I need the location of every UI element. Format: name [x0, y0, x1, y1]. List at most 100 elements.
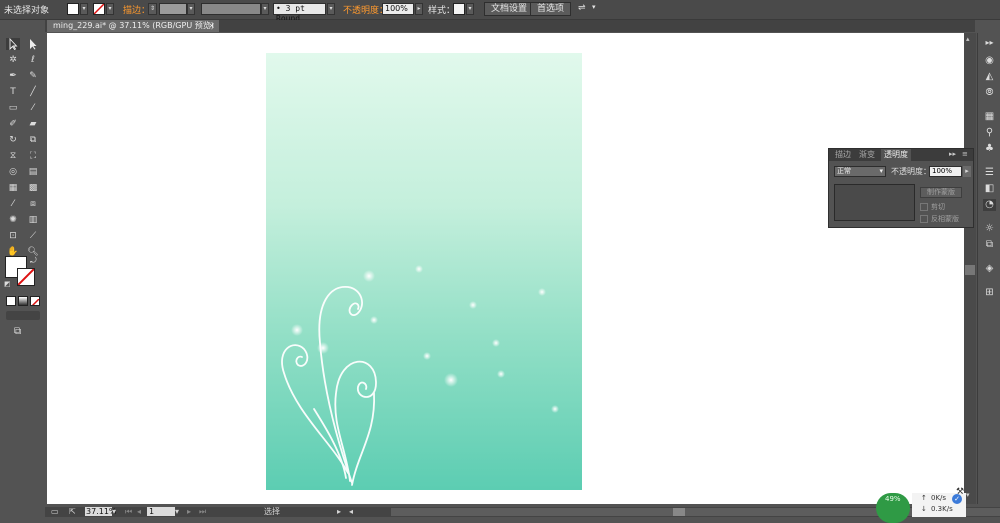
panel-menu-icon[interactable]: ≡: [962, 150, 968, 158]
opacity-slider-icon[interactable]: ▸: [963, 166, 971, 177]
zoom-dropdown-icon[interactable]: ▾: [112, 507, 116, 517]
graphic-styles-panel-icon[interactable]: ◭: [983, 71, 996, 83]
horizontal-scroll-thumb[interactable]: [673, 508, 685, 516]
gradient-mode-icon[interactable]: [18, 296, 28, 306]
invert-mask-checkbox[interactable]: 反相蒙版: [920, 214, 959, 224]
document-tab[interactable]: ming_229.ai* @ 37.11% (RGB/GPU 预览) ×: [47, 20, 219, 32]
gradient-panel-icon[interactable]: ◧: [983, 183, 996, 195]
export-icon[interactable]: ⇱: [69, 507, 76, 517]
selection-tool-icon[interactable]: [6, 38, 20, 50]
stroke-panel-icon[interactable]: ☰: [983, 167, 996, 179]
appearance-panel-icon[interactable]: ◉: [983, 55, 996, 67]
blend-mode-select[interactable]: 正常 ▾: [834, 166, 886, 177]
pencil-tool-icon[interactable]: ✐: [6, 118, 20, 130]
transparency-panel-icon[interactable]: ◔: [983, 199, 996, 211]
last-artboard-icon[interactable]: ⏭: [199, 507, 206, 517]
brushes-panel-icon[interactable]: ⚲: [983, 127, 996, 139]
paintbrush-tool-icon[interactable]: ⁄: [26, 102, 40, 114]
direct-selection-tool-icon[interactable]: [26, 38, 40, 50]
image-trace-panel-icon[interactable]: ⧉: [983, 239, 996, 251]
rectangle-tool-icon[interactable]: ▭: [6, 102, 20, 114]
fill-swatch[interactable]: [67, 3, 79, 15]
scale-tool-icon[interactable]: ⧉: [26, 134, 40, 146]
tab-stroke[interactable]: 描边: [832, 149, 854, 161]
blend-tool-icon[interactable]: ⧈: [26, 198, 40, 210]
artboard-dropdown-icon[interactable]: ▾: [175, 507, 179, 517]
arrange-documents-icon[interactable]: ⇌: [578, 3, 586, 13]
draw-modes-icon[interactable]: [6, 311, 40, 320]
none-mode-icon[interactable]: [30, 296, 40, 306]
document-setup-button[interactable]: 文档设置: [484, 2, 535, 16]
artboard-tool-icon[interactable]: ⊡: [6, 230, 20, 242]
close-tab-icon[interactable]: ×: [208, 20, 215, 32]
arrange-dropdown-icon[interactable]: ▾: [592, 3, 596, 11]
eyedropper-tool-icon[interactable]: ⁄: [6, 198, 20, 210]
artboard-number-field[interactable]: 1: [147, 507, 175, 516]
swap-colors-icon[interactable]: ⤾: [30, 256, 37, 266]
previous-artboard-icon[interactable]: ◂: [137, 507, 141, 517]
profile-dropdown[interactable]: ▾: [261, 3, 269, 15]
first-artboard-icon[interactable]: ⏮: [125, 507, 132, 517]
slice-tool-icon[interactable]: ⟋: [26, 230, 40, 242]
live-paint-tool-icon[interactable]: ▤: [26, 166, 40, 178]
mesh-tool-icon[interactable]: ▦: [6, 182, 20, 194]
rotate-tool-icon[interactable]: ↻: [6, 134, 20, 146]
screen-mode-icon[interactable]: ⧉: [14, 326, 21, 337]
panel-opacity-field[interactable]: 100%: [929, 166, 962, 177]
asset-export-panel-icon[interactable]: ⦾: [983, 87, 996, 99]
default-colors-icon[interactable]: ◩: [4, 280, 11, 288]
collapse-panel-icon[interactable]: ▸▸: [949, 150, 956, 158]
width-tool-icon[interactable]: ⧖: [6, 150, 20, 162]
variable-width-profile[interactable]: [201, 3, 261, 15]
column-graph-tool-icon[interactable]: ▥: [26, 214, 40, 226]
status-menu-icon[interactable]: ▸: [337, 507, 341, 517]
artboards-panel-icon[interactable]: ⊞: [983, 287, 996, 299]
pen-tool-icon[interactable]: ✒: [6, 70, 20, 82]
symbol-sprayer-tool-icon[interactable]: ✺: [6, 214, 20, 226]
zoom-field[interactable]: 37.11%: [85, 507, 117, 516]
stroke-dropdown[interactable]: ▾: [106, 3, 114, 15]
curvature-tool-icon[interactable]: ✎: [26, 70, 40, 82]
scroll-thumb[interactable]: [965, 265, 975, 275]
layers-panel-icon[interactable]: ◈: [983, 263, 996, 275]
wrench-icon[interactable]: ⚒: [956, 487, 964, 497]
eraser-tool-icon[interactable]: ▰: [26, 118, 40, 130]
vertical-scrollbar[interactable]: ▴ ▾: [964, 33, 976, 504]
stroke-weight-dropdown[interactable]: ▾: [187, 3, 195, 15]
swatches-panel-icon[interactable]: ▦: [983, 111, 996, 123]
free-transform-tool-icon[interactable]: ⛶: [26, 150, 40, 162]
tab-gradient[interactable]: 渐变: [856, 149, 878, 161]
style-swatch[interactable]: [453, 3, 465, 15]
style-dropdown[interactable]: ▾: [466, 3, 474, 15]
symbols-panel-icon[interactable]: ♣: [983, 143, 996, 155]
stroke-weight-stepper[interactable]: ⇕: [148, 3, 157, 15]
clip-checkbox[interactable]: 剪切: [920, 202, 945, 212]
tab-transparency[interactable]: 透明度: [881, 149, 911, 161]
next-artboard-icon[interactable]: ▸: [187, 507, 191, 517]
opacity-dropdown[interactable]: ▸: [415, 3, 423, 15]
scroll-up-icon[interactable]: ▴: [966, 35, 970, 43]
shape-builder-tool-icon[interactable]: ◎: [6, 166, 20, 178]
preferences-button[interactable]: 首选项: [530, 2, 572, 16]
make-mask-button[interactable]: 制作蒙版: [920, 187, 962, 198]
magic-wand-tool-icon[interactable]: ✲: [6, 54, 20, 66]
style-label: 样式：: [428, 6, 456, 16]
lasso-tool-icon[interactable]: ℓ: [26, 54, 40, 66]
collapse-dock-icon[interactable]: ▸▸: [983, 37, 996, 49]
stroke-swatch[interactable]: [93, 3, 105, 15]
brush-field[interactable]: • 3 pt Round: [273, 3, 326, 23]
brush-dropdown[interactable]: ▾: [327, 3, 335, 15]
artboard[interactable]: [266, 53, 582, 490]
fill-dropdown[interactable]: ▾: [80, 3, 88, 15]
color-mode-icon[interactable]: [6, 296, 16, 306]
scroll-left-icon[interactable]: ◂: [349, 507, 353, 517]
stroke-color-box[interactable]: [17, 268, 35, 286]
stroke-label[interactable]: 描边：: [123, 3, 150, 16]
layers-toggle-icon[interactable]: ▭: [51, 507, 59, 517]
type-tool-icon[interactable]: T: [6, 86, 20, 98]
gradient-tool-icon[interactable]: ▩: [26, 182, 40, 194]
color-guide-panel-icon[interactable]: ☼: [983, 223, 996, 235]
stroke-weight-field[interactable]: [159, 3, 187, 15]
opacity-field[interactable]: 100%: [382, 3, 414, 15]
line-tool-icon[interactable]: ╱: [26, 86, 40, 98]
